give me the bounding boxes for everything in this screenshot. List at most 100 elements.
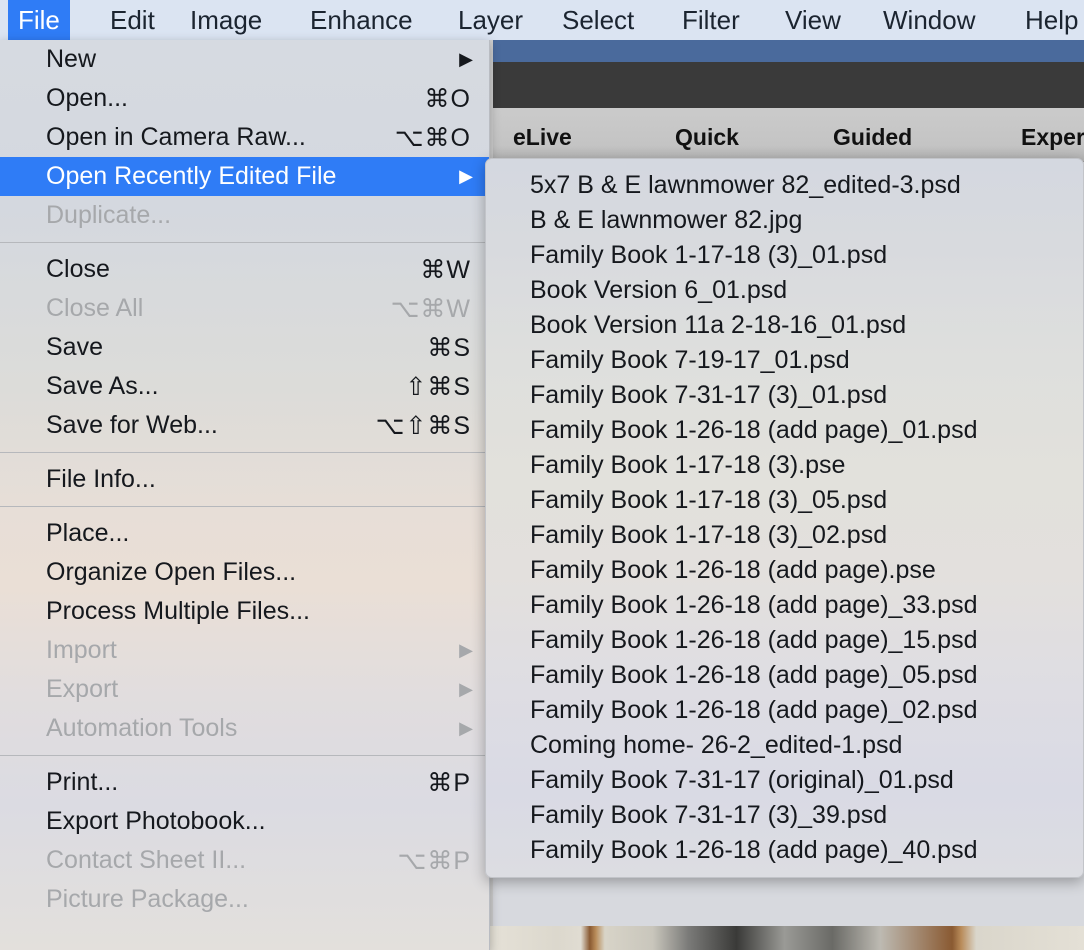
menu-item-label: Close All bbox=[46, 294, 144, 322]
recent-file-item[interactable]: Family Book 7-19-17_01.psd bbox=[486, 343, 1083, 378]
menu-item-organize-open-files[interactable]: Organize Open Files... bbox=[0, 553, 489, 592]
recent-file-item[interactable]: Family Book 1-17-18 (3)_01.psd bbox=[486, 238, 1083, 273]
recent-file-item[interactable]: Family Book 1-26-18 (add page)_05.psd bbox=[486, 658, 1083, 693]
background-photo-bottom-edge bbox=[485, 926, 1084, 950]
app-mode-tabbar: eLive Quick Guided Expert bbox=[493, 108, 1084, 162]
menu-item-automation-tools: Automation Tools ▶ bbox=[0, 709, 489, 748]
app-tab-expert[interactable]: Expert bbox=[1021, 124, 1084, 151]
menubar-item-edit[interactable]: Edit bbox=[100, 0, 165, 40]
menu-item-label: Export bbox=[46, 675, 119, 703]
recent-file-item[interactable]: Family Book 1-26-18 (add page)_01.psd bbox=[486, 413, 1083, 448]
menu-item-open-recently-edited-file[interactable]: Open Recently Edited File ▶ bbox=[0, 157, 489, 196]
menu-item-shortcut: ⌥⌘O bbox=[394, 123, 471, 152]
screen: eLive Quick Guided Expert File Edit Image Enha… bbox=[0, 0, 1084, 950]
menu-item-duplicate: Duplicate... bbox=[0, 196, 489, 235]
app-tab-quick[interactable]: Quick bbox=[675, 124, 739, 151]
menu-item-label: Save for Web... bbox=[46, 411, 218, 439]
recent-file-item[interactable]: Family Book 1-26-18 (add page).pse bbox=[486, 553, 1083, 588]
recent-file-item[interactable]: Family Book 1-26-18 (add page)_02.psd bbox=[486, 693, 1083, 728]
recent-file-item[interactable]: Book Version 6_01.psd bbox=[486, 273, 1083, 308]
menu-item-label: New bbox=[46, 45, 97, 73]
menu-item-process-multiple-files[interactable]: Process Multiple Files... bbox=[0, 592, 489, 631]
menubar-item-image[interactable]: Image bbox=[180, 0, 272, 40]
submenu-arrow-icon: ▶ bbox=[459, 718, 473, 738]
menubar-item-filter[interactable]: Filter bbox=[672, 0, 750, 40]
menu-item-picture-package: Picture Package... bbox=[0, 880, 489, 919]
app-titlebar bbox=[493, 40, 1084, 62]
menu-item-save-for-web[interactable]: Save for Web... ⌥⇧⌘S bbox=[0, 406, 489, 445]
menu-item-label: Export Photobook... bbox=[46, 807, 266, 835]
menu-item-label: Save bbox=[46, 333, 103, 361]
recent-file-item[interactable]: Coming home- 26-2_edited-1.psd bbox=[486, 728, 1083, 763]
open-recently-edited-file-submenu: 5x7 B & E lawnmower 82_edited-3.psd B & E… bbox=[485, 158, 1084, 878]
menu-item-label: Close bbox=[46, 255, 110, 283]
menubar-item-help[interactable]: Help bbox=[1015, 0, 1084, 40]
menubar-item-window[interactable]: Window bbox=[873, 0, 985, 40]
recent-file-item[interactable]: Family Book 7-31-17 (3)_39.psd bbox=[486, 798, 1083, 833]
menubar-item-enhance[interactable]: Enhance bbox=[300, 0, 423, 40]
menubar-item-file[interactable]: File bbox=[8, 0, 70, 40]
recent-file-item[interactable]: Family Book 1-26-18 (add page)_40.psd bbox=[486, 833, 1083, 868]
menu-item-save-as[interactable]: Save As... ⇧⌘S bbox=[0, 367, 489, 406]
menu-item-shortcut: ⌥⌘W bbox=[390, 294, 471, 323]
menu-item-close-all: Close All ⌥⌘W bbox=[0, 289, 489, 328]
menubar-item-view[interactable]: View bbox=[775, 0, 851, 40]
recent-file-item[interactable]: Family Book 1-26-18 (add page)_15.psd bbox=[486, 623, 1083, 658]
menu-item-shortcut: ⇧⌘S bbox=[405, 372, 471, 401]
menu-item-label: Print... bbox=[46, 768, 119, 796]
menu-item-label: Organize Open Files... bbox=[46, 558, 297, 586]
app-toolbar bbox=[493, 62, 1084, 108]
menu-item-open[interactable]: Open... ⌘O bbox=[0, 79, 489, 118]
menu-item-open-in-camera-raw[interactable]: Open in Camera Raw... ⌥⌘O bbox=[0, 118, 489, 157]
menu-item-label: Import bbox=[46, 636, 117, 664]
menu-item-label: Save As... bbox=[46, 372, 159, 400]
menu-item-place[interactable]: Place... bbox=[0, 514, 489, 553]
menu-separator bbox=[0, 755, 489, 756]
menu-item-label: Place... bbox=[46, 519, 130, 547]
recent-file-item[interactable]: Family Book 7-31-17 (3)_01.psd bbox=[486, 378, 1083, 413]
menu-item-export: Export ▶ bbox=[0, 670, 489, 709]
file-menu-dropdown: New ▶ Open... ⌘O Open in Camera Raw... ⌥⌘O Ope… bbox=[0, 40, 490, 950]
menu-item-label: Duplicate... bbox=[46, 201, 172, 229]
menubar-item-layer[interactable]: Layer bbox=[448, 0, 533, 40]
submenu-arrow-icon: ▶ bbox=[459, 640, 473, 660]
submenu-arrow-icon: ▶ bbox=[459, 49, 473, 69]
menu-item-label: Process Multiple Files... bbox=[46, 597, 310, 625]
menu-separator bbox=[0, 452, 489, 453]
menu-item-label: Picture Package... bbox=[46, 885, 249, 913]
menu-item-label: File Info... bbox=[46, 465, 156, 493]
menu-item-shortcut: ⌘O bbox=[424, 84, 471, 113]
app-tab-guided[interactable]: Guided bbox=[833, 124, 912, 151]
menu-item-file-info[interactable]: File Info... bbox=[0, 460, 489, 499]
recent-file-item[interactable]: 5x7 B & E lawnmower 82_edited-3.psd bbox=[486, 168, 1083, 203]
recent-file-item[interactable]: Family Book 1-26-18 (add page)_33.psd bbox=[486, 588, 1083, 623]
menu-item-shortcut: ⌥⇧⌘S bbox=[375, 411, 471, 440]
recent-file-item[interactable]: Book Version 11a 2-18-16_01.psd bbox=[486, 308, 1083, 343]
menu-item-shortcut: ⌥⌘P bbox=[397, 846, 471, 875]
menu-item-shortcut: ⌘P bbox=[427, 768, 471, 797]
recent-file-item[interactable]: Family Book 1-17-18 (3).pse bbox=[486, 448, 1083, 483]
menu-item-close[interactable]: Close ⌘W bbox=[0, 250, 489, 289]
recent-file-item[interactable]: B & E lawnmower 82.jpg bbox=[486, 203, 1083, 238]
menu-item-contact-sheet-ii: Contact Sheet II... ⌥⌘P bbox=[0, 841, 489, 880]
menu-separator bbox=[0, 242, 489, 243]
menu-item-new[interactable]: New ▶ bbox=[0, 40, 489, 79]
menu-item-import: Import ▶ bbox=[0, 631, 489, 670]
submenu-arrow-icon: ▶ bbox=[459, 166, 473, 186]
menu-item-print[interactable]: Print... ⌘P bbox=[0, 763, 489, 802]
menu-item-label: Open... bbox=[46, 84, 128, 112]
menu-item-label: Contact Sheet II... bbox=[46, 846, 247, 874]
menubar-item-select[interactable]: Select bbox=[552, 0, 644, 40]
menu-item-export-photobook[interactable]: Export Photobook... bbox=[0, 802, 489, 841]
recent-file-item[interactable]: Family Book 7-31-17 (original)_01.psd bbox=[486, 763, 1083, 798]
app-tab-elive[interactable]: eLive bbox=[513, 124, 572, 151]
submenu-arrow-icon: ▶ bbox=[459, 679, 473, 699]
menu-item-save[interactable]: Save ⌘S bbox=[0, 328, 489, 367]
menu-item-shortcut: ⌘W bbox=[420, 255, 471, 284]
recent-file-item[interactable]: Family Book 1-17-18 (3)_05.psd bbox=[486, 483, 1083, 518]
menu-separator bbox=[0, 506, 489, 507]
menu-item-shortcut: ⌘S bbox=[427, 333, 471, 362]
menu-item-label: Automation Tools bbox=[46, 714, 238, 742]
menu-bar: File Edit Image Enhance Layer Select Filter Vie… bbox=[0, 0, 1084, 40]
recent-file-item[interactable]: Family Book 1-17-18 (3)_02.psd bbox=[486, 518, 1083, 553]
